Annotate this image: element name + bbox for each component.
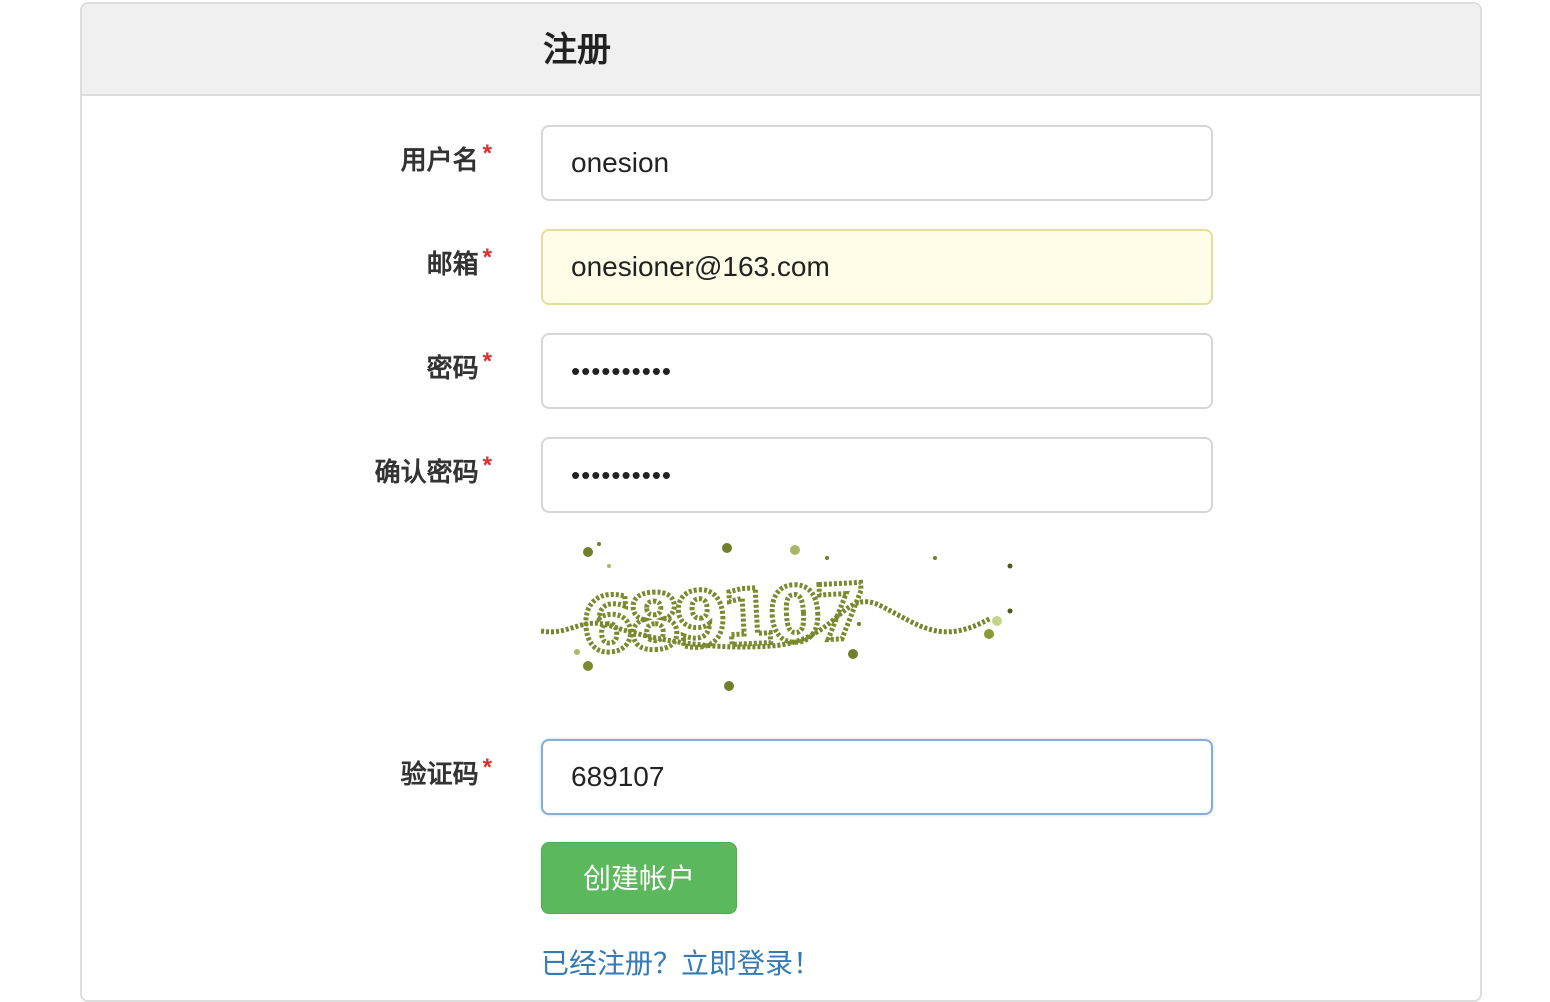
page-title: 注册 — [543, 31, 611, 69]
password-row: 密码 * — [82, 333, 1480, 409]
captcha-image[interactable]: 689107 — [540, 536, 1021, 696]
confirm-password-label: 确认密码 * — [374, 452, 492, 491]
panel-heading: 注册 — [82, 4, 1480, 96]
email-label-text: 邮箱 — [426, 249, 479, 279]
captcha-svg: 689107 — [540, 542, 1013, 691]
required-star: * — [482, 244, 492, 271]
captcha-text: 689107 — [579, 567, 865, 671]
required-star: * — [482, 754, 492, 781]
password-input[interactable] — [541, 333, 1213, 409]
email-input[interactable] — [541, 229, 1213, 305]
captcha-row: 验证码 * — [82, 739, 1480, 815]
captcha-input[interactable] — [541, 739, 1213, 815]
username-label-text: 用户名 — [400, 145, 479, 175]
confirm-password-row: 确认密码 * — [82, 437, 1480, 513]
username-input[interactable] — [541, 125, 1213, 201]
required-star: * — [482, 348, 492, 375]
create-account-button[interactable]: 创建帐户 — [541, 842, 737, 914]
confirm-password-label-text: 确认密码 — [374, 457, 479, 487]
required-star: * — [482, 140, 492, 167]
password-label: 密码 * — [426, 348, 492, 387]
confirm-password-input[interactable] — [541, 437, 1213, 513]
registration-panel: 注册 用户名* 邮箱* 密码* 确认密码* — [80, 2, 1482, 1002]
username-row: 用户名 * — [82, 125, 1480, 201]
username-label: 用户名 * — [400, 140, 492, 179]
email-label: 邮箱 * — [426, 244, 492, 283]
required-star: * — [482, 452, 492, 479]
captcha-label-text: 验证码 — [400, 759, 479, 789]
captcha-label: 验证码 * — [400, 754, 492, 793]
email-row: 邮箱 * — [82, 229, 1480, 305]
login-link[interactable]: 已经注册？立即登录！ — [541, 944, 821, 984]
password-label-text: 密码 — [426, 353, 479, 383]
